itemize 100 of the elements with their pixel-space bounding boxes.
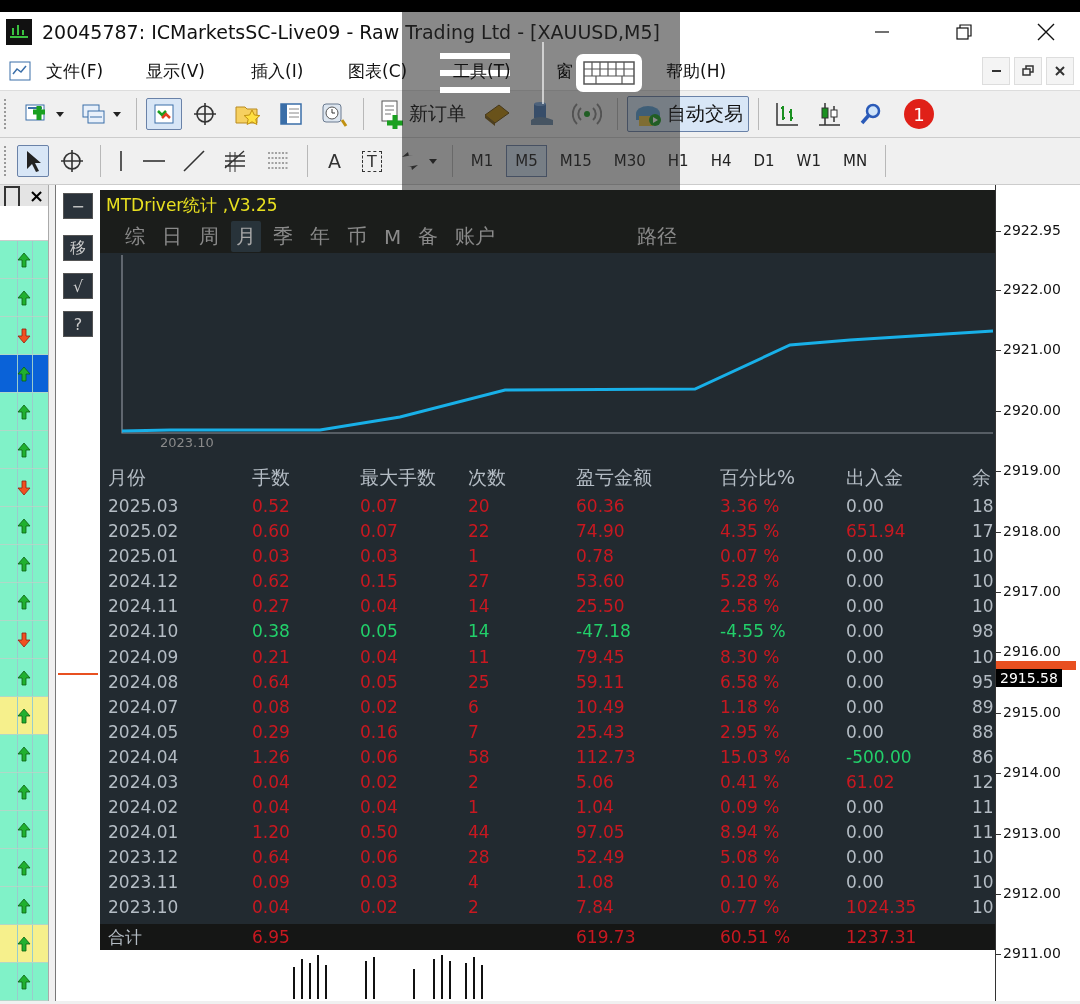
table-cell-text: 0.07 [360,495,399,516]
list-row[interactable] [0,241,48,279]
list-row[interactable] [0,279,48,317]
list-row[interactable] [0,469,48,507]
minimize-button[interactable] [982,57,1010,85]
text-label-tool-button[interactable]: T [356,146,388,176]
menu-item[interactable]: 图表(C) [348,55,453,87]
table-cell-text: 5.28 % [720,571,781,592]
column-header: 百分比% [720,465,797,491]
table-cell-text: 22 [468,521,491,542]
timeframe-button[interactable]: M15 [550,145,601,177]
up-arrow-icon [17,593,31,610]
table-cell-text: 0.41 % [720,772,781,792]
list-row[interactable] [0,925,48,963]
menu-item[interactable]: 文件(F) [46,55,146,87]
table-cell-text: 2.95 % [720,721,781,742]
list-row[interactable] [0,355,48,393]
up-arrow-icon [17,441,31,458]
timeframe-button[interactable]: M5 [506,145,547,177]
period-tab[interactable]: 季 [268,221,298,253]
timeframe-button[interactable]: M1 [461,145,503,177]
list-row[interactable] [0,887,48,925]
table-cell-text: 0.52 [252,495,291,516]
table-cell-text: 0.04 [360,797,399,818]
menu-item[interactable]: 工具(T) [453,55,556,87]
list-row[interactable] [0,507,48,545]
list-row[interactable] [0,621,48,659]
notification-badge[interactable]: 1 [904,99,934,129]
period-tab[interactable]: 币 [342,221,372,253]
table-cell-text: 0.38 [252,621,291,642]
close-icon[interactable] [1036,22,1056,42]
menu-item[interactable]: 显示(V) [146,55,251,87]
timeframe-button[interactable]: H4 [701,145,741,177]
period-tab[interactable]: 日 [157,221,187,253]
chart-panel-button[interactable]: 移 [63,235,93,261]
table-cell-text: 5.08 % [720,847,781,868]
table-cell-text: 58 [468,746,491,767]
chart-panel-button[interactable]: √ [63,273,93,299]
list-row[interactable] [0,393,48,431]
list-row[interactable] [0,773,48,811]
list-row[interactable] [0,735,48,773]
period-tab[interactable]: 年 [305,221,335,253]
menu-icon[interactable] [438,52,512,94]
table-cell-text: 0.02 [360,772,399,792]
app-logo-icon [6,19,32,45]
list-row[interactable] [0,849,48,887]
chart-panel-button[interactable]: ? [63,311,93,337]
restore-button[interactable] [1014,57,1042,85]
period-tab[interactable]: 综 [120,221,150,253]
table-cell-text: 1024.35 [846,897,918,918]
table-cell-text: 0.06 [360,746,399,767]
timeframe-button[interactable]: D1 [744,145,784,177]
table-cell-text: 0.64 [252,671,291,692]
table-cell-text: 7.84 [576,897,615,918]
toolbar-button[interactable]: 新订单 [373,95,472,133]
timeframe-button[interactable]: M30 [604,145,655,177]
list-row[interactable] [0,963,48,1001]
table-cell: 12 [972,772,995,792]
menu-item[interactable]: 插入(I) [251,55,348,87]
period-tab[interactable]: 周 [194,221,224,253]
chart-window-icon [8,59,32,83]
list-row[interactable] [0,583,48,621]
price-label: 2922.00 [1003,281,1061,297]
price-label: 2922.95 [1003,222,1061,238]
list-row[interactable] [0,317,48,355]
column-header: 出入金 [846,465,904,491]
table-cell-text: 11 [468,646,491,667]
list-row[interactable] [0,545,48,583]
period-tab[interactable]: 备 [413,221,444,253]
table-cell-text: 59.11 [576,671,626,692]
column-header: 次数 [468,465,507,491]
table-cell-text: 0.04 [252,772,291,792]
period-tab[interactable]: 月 [231,221,261,253]
table-cell: 10 [972,596,995,617]
table-cell-text: 14 [468,621,491,642]
list-row[interactable] [0,431,48,469]
close-button[interactable] [1046,57,1074,85]
keyboard-icon[interactable] [574,52,644,94]
caret-icon[interactable] [56,111,64,117]
list-row[interactable] [0,811,48,849]
drawing-tool-button[interactable] [17,145,49,177]
table-cell-text: 52.49 [576,847,626,868]
list-row[interactable] [0,659,48,697]
restore-icon[interactable] [954,22,974,42]
table-cell-text: 44 [468,822,491,843]
column-header: 余 [972,465,992,491]
text-tool-button[interactable]: A [317,146,352,176]
chart-panel-button[interactable]: − [63,193,93,219]
path-button[interactable]: 路径 [637,223,678,251]
timeframe-button[interactable]: W1 [787,145,830,177]
table-cell-text: 8.30 % [720,646,781,667]
caret-icon[interactable] [113,111,121,117]
period-tab[interactable]: 账户 [450,221,501,253]
trendline-icon [182,149,206,173]
up-arrow-icon [17,783,31,800]
period-tab[interactable]: M [379,222,407,251]
list-row[interactable] [0,697,48,735]
table-cell: 11 [972,797,995,818]
menu-item[interactable]: 窗 [556,55,666,87]
timeframe-button[interactable]: MN [833,145,877,177]
